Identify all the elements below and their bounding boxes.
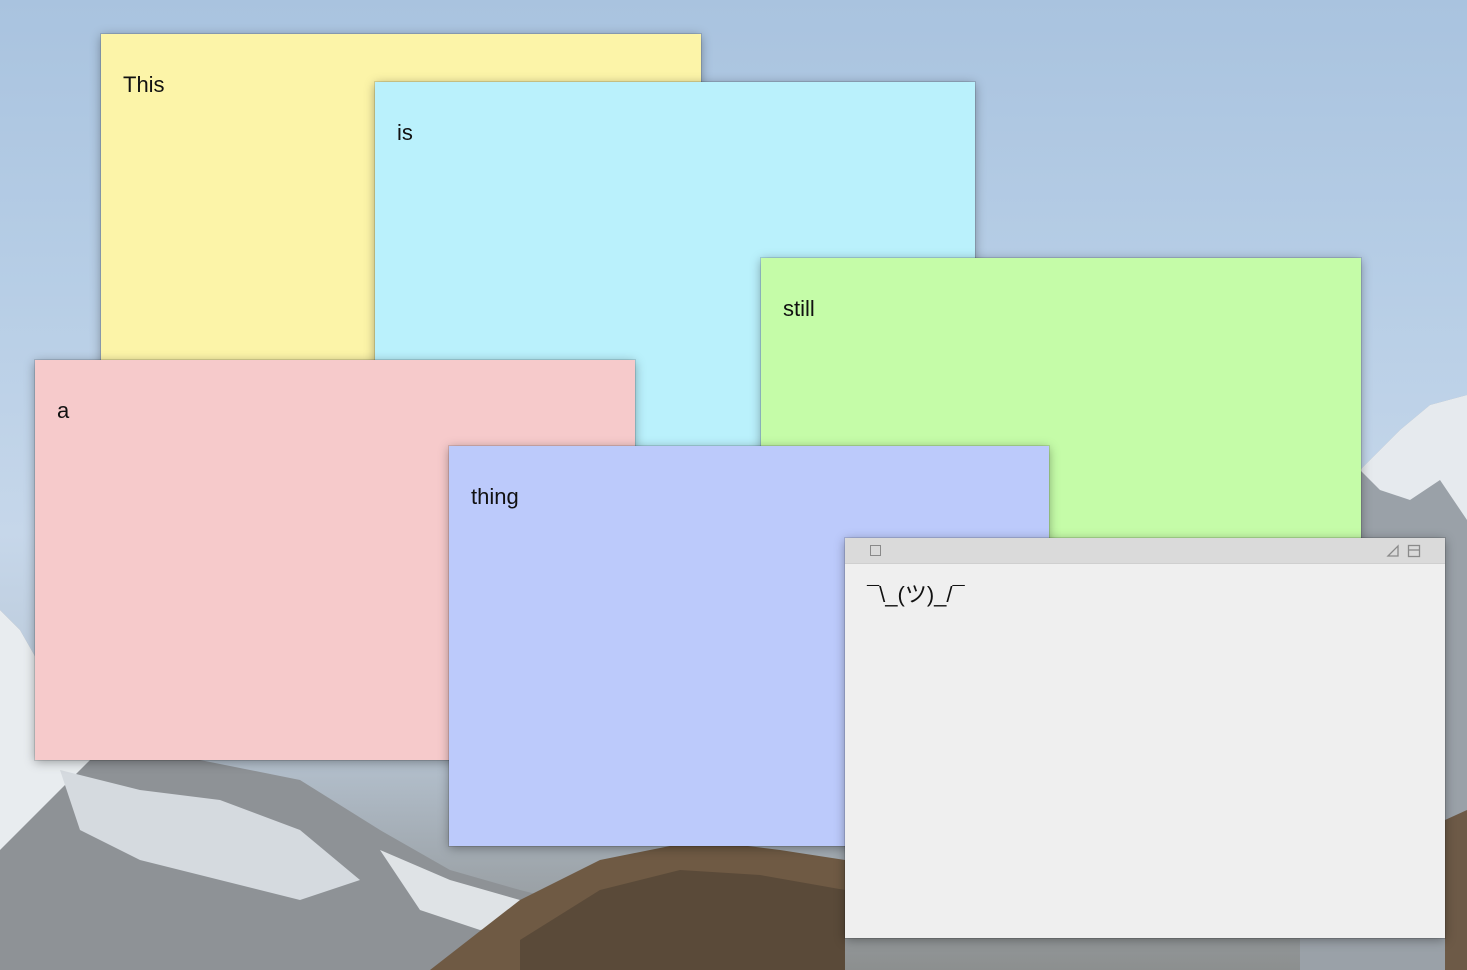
note-text[interactable]: This xyxy=(123,72,165,98)
note-titlebar[interactable] xyxy=(845,538,1445,564)
note-text[interactable]: a xyxy=(57,398,69,424)
close-icon[interactable] xyxy=(870,545,881,556)
note-text[interactable]: ¯\_(ツ)_/¯ xyxy=(867,582,965,608)
sticky-note-gray-active[interactable]: ¯\_(ツ)_/¯ xyxy=(845,538,1445,938)
collapse-icon[interactable] xyxy=(1407,544,1421,558)
translucent-icon[interactable] xyxy=(1386,544,1400,558)
note-text[interactable]: still xyxy=(783,296,815,322)
note-text[interactable]: thing xyxy=(471,484,519,510)
note-text[interactable]: is xyxy=(397,120,413,146)
titlebar-controls xyxy=(1386,544,1421,558)
desktop: This is still a thing ¯\_(ツ)_/¯ xyxy=(0,0,1467,970)
